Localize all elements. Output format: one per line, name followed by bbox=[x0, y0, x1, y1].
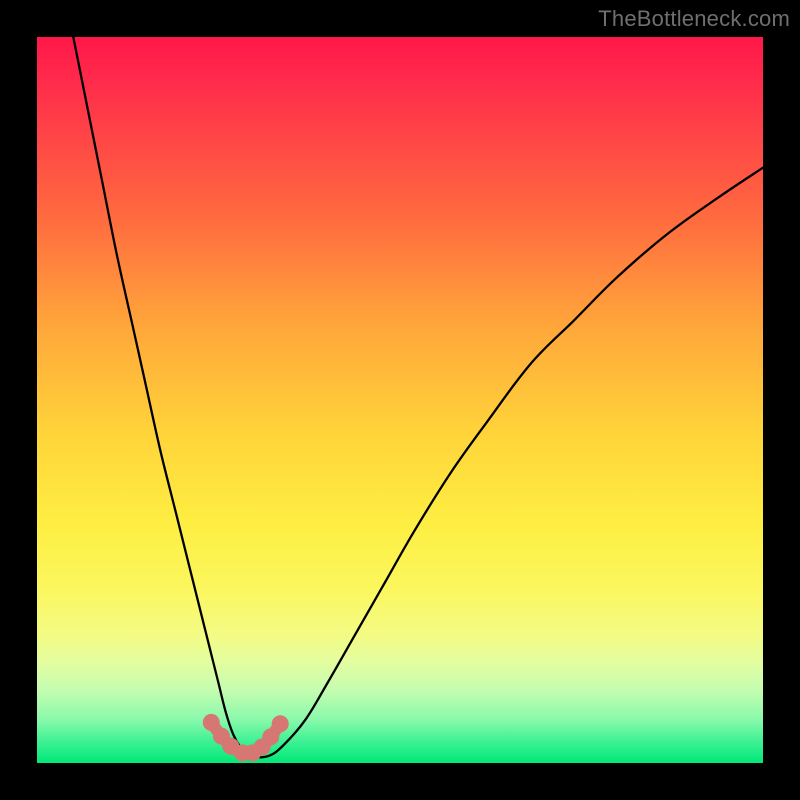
chart-markers bbox=[203, 714, 289, 761]
chart-curve bbox=[73, 37, 763, 757]
chart-frame: TheBottleneck.com bbox=[0, 0, 800, 800]
curve-layer bbox=[37, 37, 763, 763]
watermark-text: TheBottleneck.com bbox=[598, 6, 790, 32]
plot-area bbox=[37, 37, 763, 763]
